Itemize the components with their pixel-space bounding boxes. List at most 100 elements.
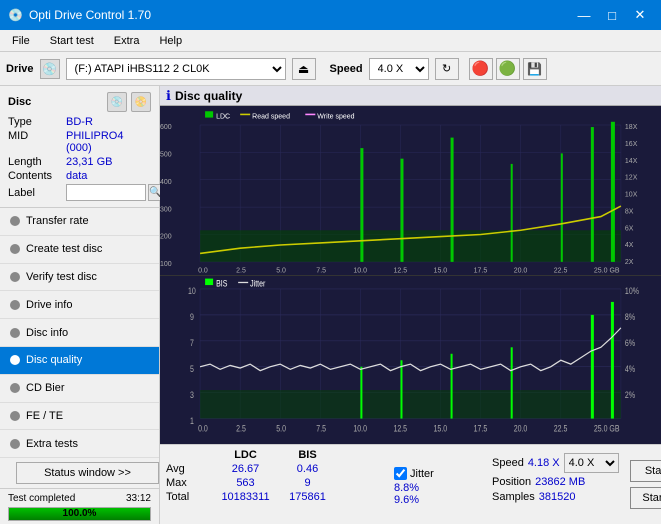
charts-area: LDC Read speed Write speed 600 500 400 3…: [160, 106, 661, 444]
speed-stats-select[interactable]: 4.0 X: [564, 453, 619, 473]
nav-dot-extra-tests: [10, 439, 20, 449]
svg-text:300: 300: [160, 204, 172, 213]
svg-text:20.0: 20.0: [514, 265, 528, 274]
disc-mid-row: MID PHILIPRO4 (000): [8, 130, 151, 154]
svg-text:1: 1: [190, 415, 194, 425]
speed-label: Speed: [330, 63, 363, 75]
svg-text:Write speed: Write speed: [317, 111, 354, 120]
nav-dot-fe-te: [10, 411, 20, 421]
status-window-button[interactable]: Status window >>: [16, 462, 159, 484]
sidebar-item-disc-info[interactable]: Disc info: [0, 319, 159, 347]
nav-dot-drive-info: [10, 300, 20, 310]
svg-text:6X: 6X: [625, 223, 634, 232]
start-full-button[interactable]: Start full: [630, 460, 661, 482]
svg-text:5: 5: [190, 364, 194, 374]
svg-text:12.5: 12.5: [393, 423, 407, 433]
sidebar-item-drive-info[interactable]: Drive info: [0, 291, 159, 319]
svg-text:9: 9: [190, 312, 194, 322]
disc-quality-header: ℹ Disc quality: [160, 86, 661, 106]
svg-text:5.0: 5.0: [276, 265, 286, 274]
drive-select[interactable]: (F:) ATAPI iHBS112 2 CL0K: [66, 58, 286, 80]
svg-text:2X: 2X: [625, 257, 634, 266]
stats-total-ldc: 10183311: [213, 491, 278, 503]
nav-label-disc-info: Disc info: [26, 327, 68, 339]
progress-area: Test completed 33:12 100.0%: [0, 488, 159, 524]
chart2-wrapper: BIS Jitter 10 9 7 5 3 1 10% 8% 6% 4% 2%: [160, 276, 661, 445]
disc-label-input[interactable]: [66, 184, 146, 201]
chart1-svg: LDC Read speed Write speed 600 500 400 3…: [160, 106, 661, 275]
status-window-area: Status window >>: [0, 458, 159, 488]
disc-contents-key: Contents: [8, 170, 66, 182]
dq-icon: ℹ: [166, 88, 171, 104]
stats-bar: LDC BIS Avg 26.67 0.46 Max 563 9 Total 1…: [160, 444, 661, 524]
svg-text:500: 500: [160, 149, 172, 158]
svg-text:200: 200: [160, 232, 172, 241]
svg-text:8X: 8X: [625, 206, 634, 215]
menu-bar: File Start test Extra Help: [0, 30, 661, 52]
progress-bar-container: 100.0%: [8, 507, 151, 521]
chart2-svg: BIS Jitter 10 9 7 5 3 1 10% 8% 6% 4% 2%: [160, 276, 661, 445]
disc-type-row: Type BD-R: [8, 116, 151, 128]
disc-icon-1[interactable]: 💿: [107, 92, 127, 112]
menu-help[interactable]: Help: [151, 33, 190, 49]
drive-btn-2[interactable]: 🟢: [496, 58, 520, 80]
stats-avg-bis: 0.46: [280, 463, 335, 475]
disc-length-val: 23,31 GB: [66, 156, 112, 168]
sidebar-item-verify-test-disc[interactable]: Verify test disc: [0, 264, 159, 292]
stats-ldc-header: LDC: [213, 449, 278, 461]
drive-btn-save[interactable]: 💾: [523, 58, 547, 80]
disc-label-row: Label 🔍: [8, 184, 151, 201]
nav-label-cd-bier: CD Bier: [26, 382, 65, 394]
main-body: Disc 💿 📀 Type BD-R MID PHILIPRO4 (000) L…: [0, 86, 661, 524]
title-bar-controls: — □ ✕: [571, 5, 653, 25]
stats-max-jitter: 9.6%: [394, 494, 484, 506]
svg-text:22.5: 22.5: [554, 265, 568, 274]
drive-eject-button[interactable]: ⏏: [292, 58, 316, 80]
close-button[interactable]: ✕: [627, 5, 653, 25]
drive-bar: Drive 💿 (F:) ATAPI iHBS112 2 CL0K ⏏ Spee…: [0, 52, 661, 86]
drive-icon: 💿: [40, 59, 60, 79]
nav-dot-transfer-rate: [10, 216, 20, 226]
disc-panel-label: Disc: [8, 96, 31, 108]
sidebar-item-cd-bier[interactable]: CD Bier: [0, 375, 159, 403]
jitter-checkbox[interactable]: [394, 467, 407, 480]
disc-icon-area: 💿 📀: [107, 92, 151, 112]
speed-select[interactable]: 4.0 X: [369, 58, 429, 80]
sidebar-item-transfer-rate[interactable]: Transfer rate: [0, 208, 159, 236]
sidebar-item-extra-tests[interactable]: Extra tests: [0, 430, 159, 458]
sidebar-item-fe-te[interactable]: FE / TE: [0, 403, 159, 431]
disc-type-key: Type: [8, 116, 66, 128]
menu-file[interactable]: File: [4, 33, 38, 49]
menu-extra[interactable]: Extra: [106, 33, 148, 49]
stats-spacer: [166, 449, 211, 461]
nav-label-fe-te: FE / TE: [26, 410, 63, 422]
sidebar: Disc 💿 📀 Type BD-R MID PHILIPRO4 (000) L…: [0, 86, 160, 524]
stats-bis-header: BIS: [280, 449, 335, 461]
svg-text:6%: 6%: [625, 338, 635, 348]
menu-start-test[interactable]: Start test: [42, 33, 102, 49]
stats-table-area: LDC BIS Avg 26.67 0.46 Max 563 9 Total 1…: [166, 449, 386, 520]
app-title: Opti Drive Control 1.70: [29, 8, 151, 22]
minimize-button[interactable]: —: [571, 5, 597, 25]
svg-text:10%: 10%: [625, 286, 639, 296]
position-label: Position: [492, 476, 531, 488]
stats-total-label: Total: [166, 491, 211, 503]
disc-icon-2[interactable]: 📀: [131, 92, 151, 112]
sidebar-item-disc-quality[interactable]: Disc quality: [0, 347, 159, 375]
speed-refresh-button[interactable]: ↻: [435, 58, 459, 80]
content-panel: ℹ Disc quality: [160, 86, 661, 524]
disc-contents-val: data: [66, 170, 87, 182]
stats-max-bis: 9: [280, 477, 335, 489]
svg-text:0.0: 0.0: [198, 423, 208, 433]
svg-text:16X: 16X: [625, 139, 638, 148]
speed-header: Speed: [492, 457, 524, 469]
svg-text:25.0 GB: 25.0 GB: [594, 423, 620, 433]
disc-mid-key: MID: [8, 130, 66, 154]
start-part-button[interactable]: Start part: [630, 487, 661, 509]
sidebar-item-create-test-disc[interactable]: Create test disc: [0, 236, 159, 264]
maximize-button[interactable]: □: [599, 5, 625, 25]
nav-label-extra-tests: Extra tests: [26, 438, 78, 450]
svg-text:10: 10: [188, 286, 196, 296]
speed-val: 4.18 X: [528, 457, 560, 469]
drive-btn-1[interactable]: 🔴: [469, 58, 493, 80]
